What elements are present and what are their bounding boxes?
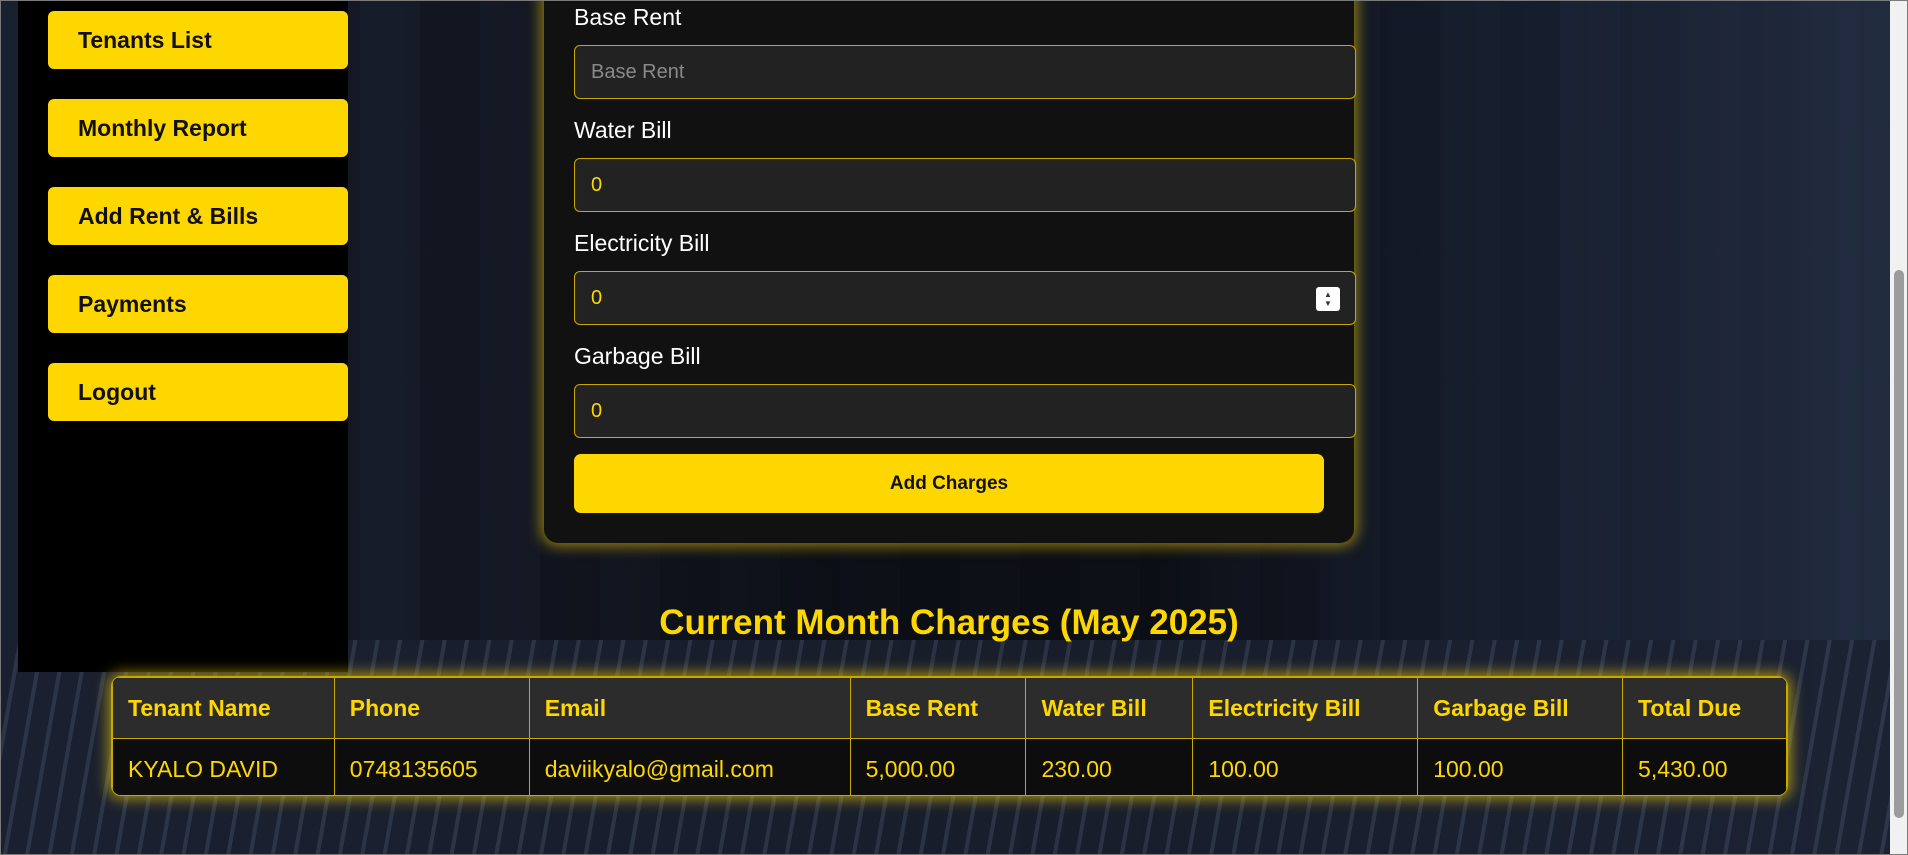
window-frame bbox=[0, 0, 1908, 855]
